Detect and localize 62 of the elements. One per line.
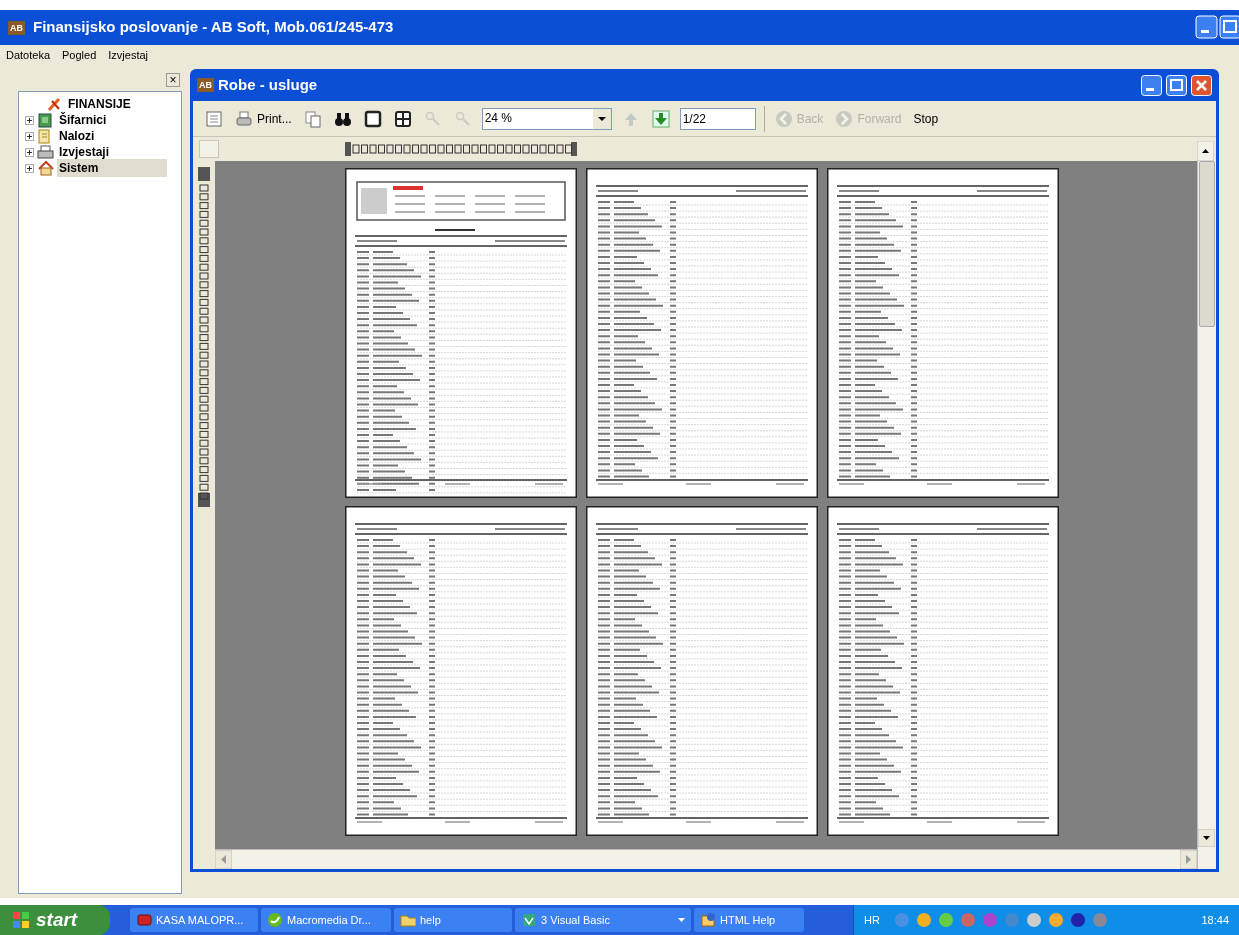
expand-icon[interactable]: [25, 131, 34, 141]
printer-icon: [37, 144, 54, 160]
close-button[interactable]: [1191, 74, 1212, 96]
window-title: Finansijsko poslovanje - AB Soft, Mob.061/245-473: [33, 17, 394, 38]
clock: 18:44: [1201, 912, 1229, 928]
magnifier-icon: [453, 109, 472, 128]
menu-item[interactable]: Datoteka: [4, 46, 53, 64]
corner-box: [199, 140, 219, 158]
printer-icon: [235, 109, 253, 128]
expand-icon[interactable]: [25, 115, 34, 125]
scroll-down-button[interactable]: [1198, 829, 1215, 847]
menu-item[interactable]: Pogled: [60, 46, 99, 64]
scroll-left-button[interactable]: [215, 850, 232, 869]
app-icon: AB: [197, 78, 214, 92]
magnifier-icon: [423, 109, 442, 128]
scroll-thumb[interactable]: [1199, 161, 1215, 327]
swirl-icon: [267, 912, 283, 928]
taskbar-button[interactable]: KASA MALOPR...: [130, 908, 258, 932]
tray-icon[interactable]: [981, 912, 998, 928]
menu-item[interactable]: Izvjestaj: [106, 46, 151, 64]
help-icon: [700, 912, 716, 928]
app-icon: AB: [8, 20, 25, 35]
expand-icon[interactable]: [25, 163, 34, 173]
taskbar-button[interactable]: help: [394, 908, 512, 932]
back-icon: [774, 109, 793, 128]
forward-icon: [835, 109, 854, 128]
tree-item[interactable]: Nalozi: [57, 127, 97, 145]
house-icon: [37, 160, 54, 176]
expand-icon[interactable]: [25, 147, 34, 157]
vb-icon: [521, 912, 537, 928]
taskbar-button[interactable]: HTML Help: [694, 908, 804, 932]
tree-item[interactable]: Izvjestaji: [57, 143, 112, 161]
down-arrow-icon: [651, 109, 670, 128]
start-button[interactable]: start: [0, 905, 110, 935]
page-number-field[interactable]: 1/22: [679, 107, 756, 130]
horizontal-scrollbar[interactable]: [215, 849, 1197, 869]
tray-icon[interactable]: [1025, 912, 1042, 928]
windows-flag-icon: [12, 911, 30, 929]
tree-item[interactable]: Šifarnici: [57, 111, 109, 129]
tray-icon[interactable]: [937, 912, 954, 928]
print-button[interactable]: Print...: [233, 105, 294, 132]
zoom-dropdown[interactable]: 24 %: [481, 107, 612, 130]
maximize-button[interactable]: [1166, 74, 1187, 96]
single-page-icon: [363, 109, 382, 128]
stop-button[interactable]: Stop: [911, 105, 941, 132]
close-button[interactable]: ×: [166, 73, 180, 87]
multi-page-icon: [393, 109, 412, 128]
tray-icon[interactable]: [915, 912, 932, 928]
contents-icon: [205, 109, 223, 128]
book-icon: [136, 912, 152, 928]
scroll-up-button[interactable]: [1197, 141, 1214, 161]
window-title: Robe - usluge: [218, 74, 318, 95]
cabinet-icon: [37, 112, 54, 128]
tree-item[interactable]: FINANSIJE: [66, 95, 133, 113]
tray-icon[interactable]: [1069, 912, 1086, 928]
tray-icon[interactable]: [1047, 912, 1064, 928]
folder-icon: [400, 912, 416, 928]
taskbar-button[interactable]: 3 Visual Basic: [515, 908, 691, 932]
tree-item[interactable]: Sistem: [57, 159, 167, 177]
taskbar-button[interactable]: Macromedia Dr...: [261, 908, 391, 932]
tools-icon: [46, 96, 63, 112]
copy-icon: [303, 109, 322, 128]
